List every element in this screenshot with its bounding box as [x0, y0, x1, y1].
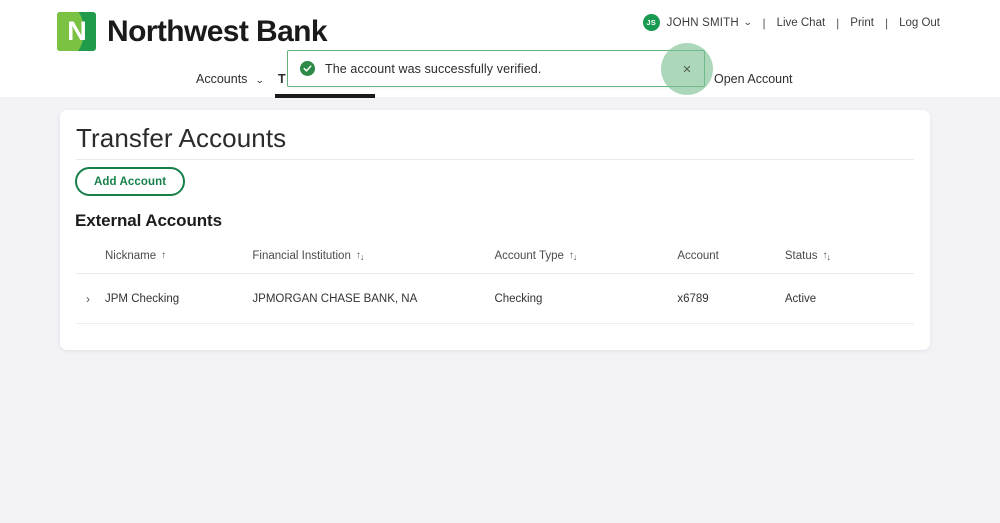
- print-link[interactable]: Print: [850, 17, 874, 29]
- column-header-nickname[interactable]: Nickname ↑: [76, 250, 253, 274]
- toast-close-button[interactable]: ×: [661, 43, 713, 95]
- column-header-status[interactable]: Status ↑↓: [784, 250, 914, 274]
- nav-separator: |: [884, 15, 889, 30]
- user-name-label[interactable]: JOHN SMITH: [667, 17, 739, 29]
- log-out-link[interactable]: Log Out: [899, 17, 940, 29]
- column-header-account-type-label: Account Type: [494, 250, 564, 262]
- column-header-account-type[interactable]: Account Type ↑↓: [494, 250, 678, 274]
- avatar[interactable]: JS: [642, 14, 660, 31]
- nav-item-transfers[interactable]: T: [278, 72, 286, 86]
- sort-down-glyph: ↓: [359, 252, 365, 262]
- nav-separator: |: [836, 15, 840, 30]
- sort-both-icon: ↑↓: [569, 250, 579, 262]
- column-header-account[interactable]: Account: [677, 250, 785, 274]
- cell-status: Active: [784, 273, 914, 324]
- column-header-status-label: Status: [784, 250, 818, 262]
- cell-nickname-value: JPM Checking: [105, 293, 180, 305]
- sort-both-icon: ↑↓: [822, 250, 832, 262]
- cell-nickname: › JPM Checking: [76, 273, 253, 324]
- toast-message: The account was successfully verified.: [325, 61, 542, 76]
- nav-item-transfers-label: T: [278, 72, 286, 86]
- table-header-row: Nickname ↑ Financial Institution ↑↓ Accoun…: [76, 250, 914, 274]
- transfer-accounts-card: Transfer Accounts Add Account External A…: [60, 110, 930, 350]
- chevron-down-icon[interactable]: ⌄: [743, 17, 752, 28]
- external-accounts-table: Nickname ↑ Financial Institution ↑↓ Accoun…: [76, 250, 914, 324]
- chevron-right-icon[interactable]: ›: [86, 293, 90, 305]
- utility-nav: JS JOHN SMITH ⌄ | Live Chat | Print | Lo…: [642, 14, 940, 31]
- column-header-financial-institution[interactable]: Financial Institution ↑↓: [252, 250, 495, 274]
- nav-separator: |: [762, 15, 766, 30]
- logo-letter: N: [67, 15, 87, 46]
- page-title: Transfer Accounts: [76, 123, 287, 153]
- nav-item-open-account-label: Open Account: [714, 72, 793, 86]
- live-chat-link[interactable]: Live Chat: [777, 17, 826, 29]
- chevron-down-icon: ⌄: [254, 75, 265, 85]
- sort-down-glyph: ↓: [826, 252, 831, 262]
- active-tab-indicator: [275, 94, 375, 98]
- cell-financial-institution: JPMORGAN CHASE BANK, NA: [252, 273, 495, 324]
- column-header-account-label: Account: [677, 250, 719, 262]
- section-title-external-accounts: External Accounts: [75, 211, 222, 230]
- column-header-financial-institution-label: Financial Institution: [252, 250, 351, 262]
- title-divider: [76, 159, 914, 160]
- northwest-logo-icon: N: [57, 12, 96, 51]
- sort-both-icon: ↑↓: [356, 250, 366, 262]
- column-header-nickname-label: Nickname: [105, 250, 157, 262]
- add-account-button[interactable]: Add Account: [75, 167, 186, 196]
- check-circle-icon: [300, 61, 315, 76]
- nav-item-accounts-label: Accounts: [196, 72, 248, 86]
- sort-down-glyph: ↓: [572, 252, 578, 262]
- brand-name: Northwest Bank: [107, 14, 328, 48]
- nav-item-open-account[interactable]: Open Account: [714, 72, 793, 86]
- success-toast: The account was successfully verified.: [287, 50, 705, 87]
- cell-account-type: Checking: [494, 273, 678, 324]
- close-icon: ×: [682, 60, 692, 78]
- sort-asc-icon: ↑: [161, 250, 167, 261]
- nav-item-accounts[interactable]: Accounts ⌄: [196, 72, 265, 86]
- cell-account: x6789: [677, 273, 785, 324]
- brand-logo[interactable]: N Northwest Bank: [57, 12, 328, 51]
- table-row[interactable]: › JPM Checking JPMORGAN CHASE BANK, NA C…: [76, 273, 914, 324]
